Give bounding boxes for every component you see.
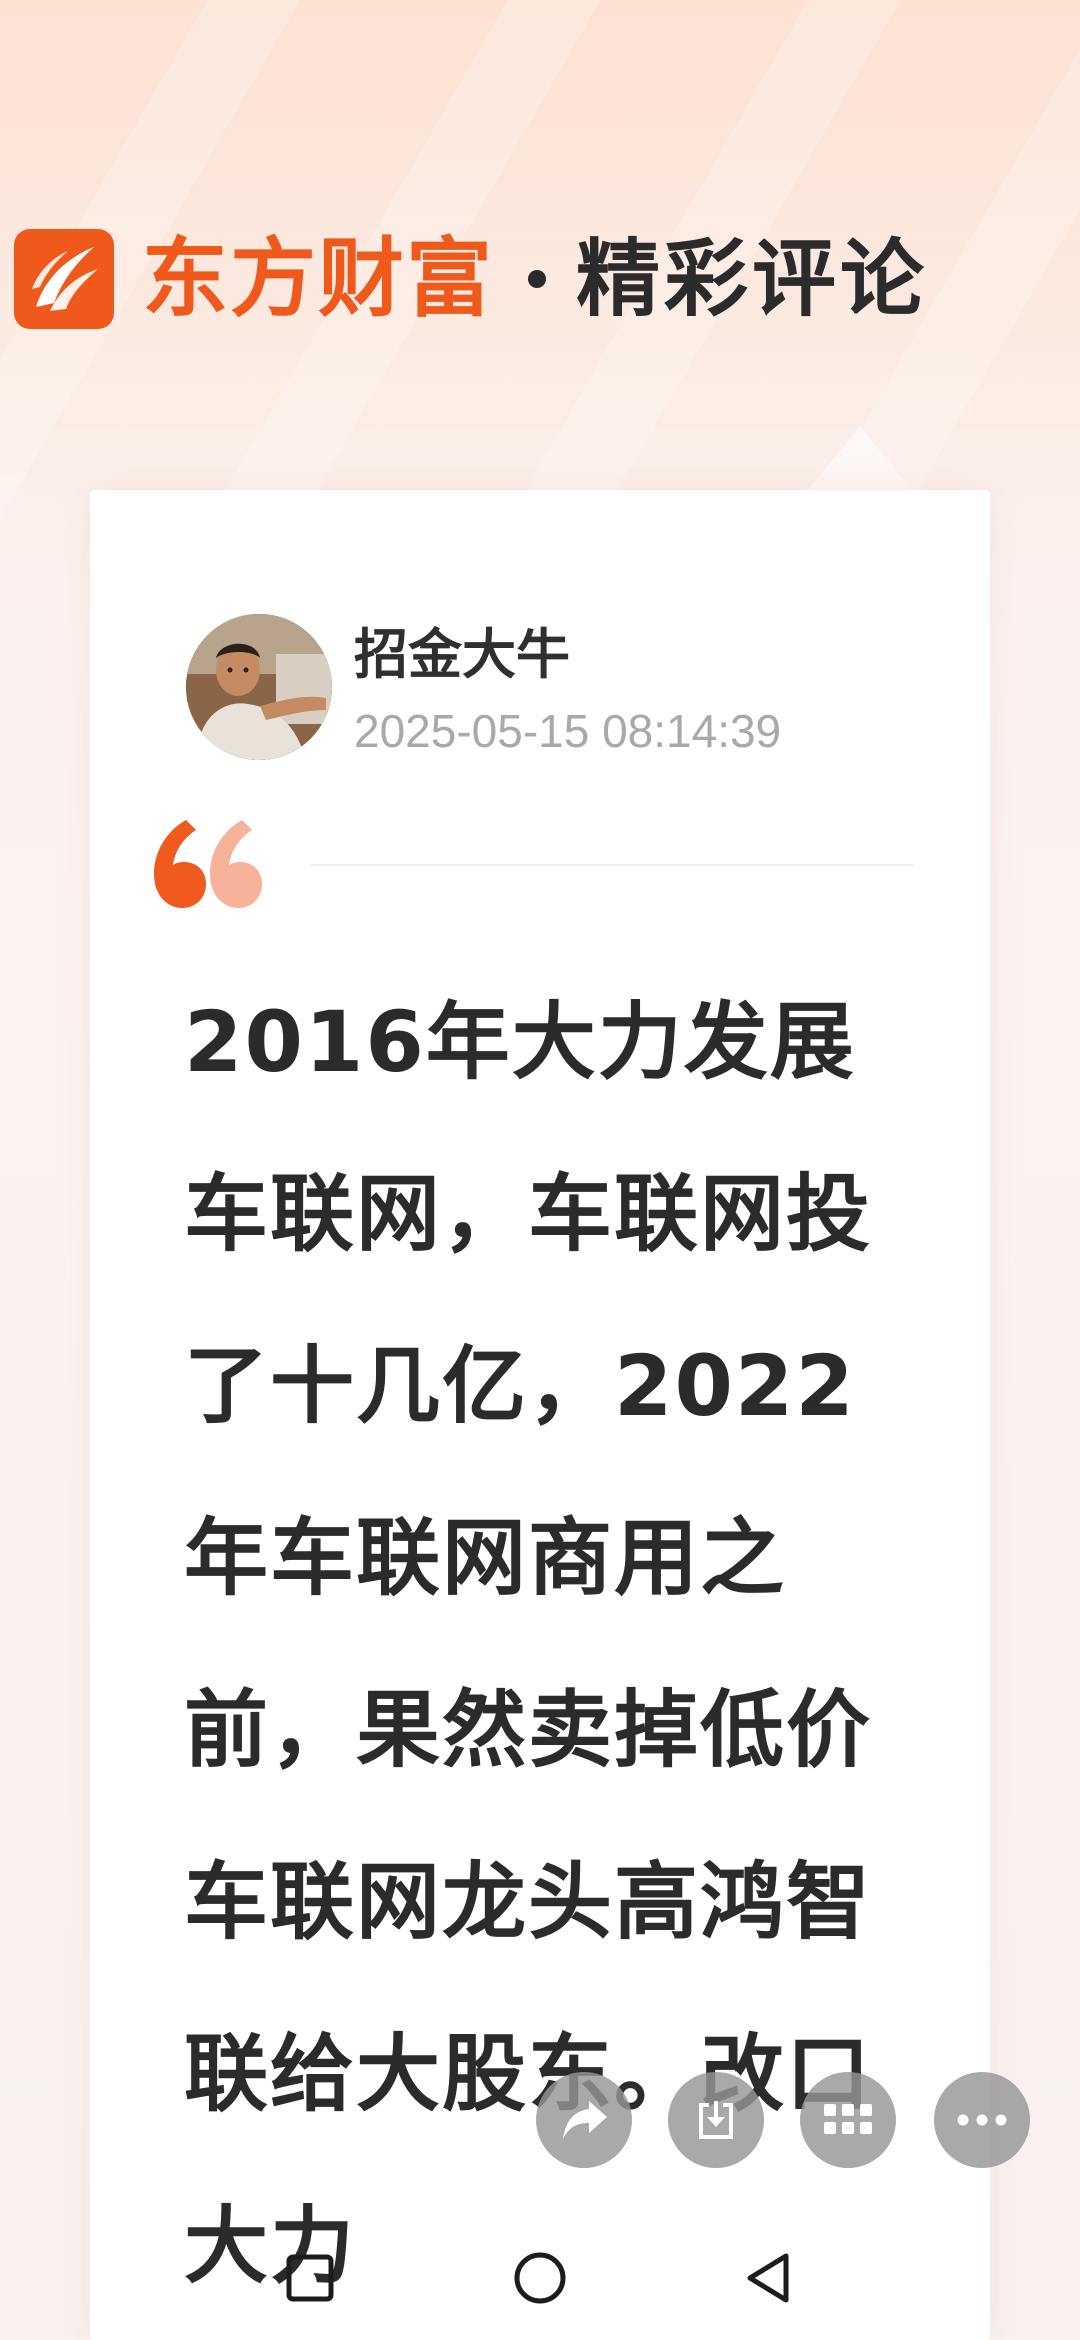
share-button[interactable] <box>536 2072 632 2168</box>
more-dots-icon <box>957 2114 1007 2126</box>
square-icon <box>280 2254 340 2312</box>
more-button[interactable] <box>934 2072 1030 2168</box>
quote-divider <box>310 864 914 866</box>
open-quote-icon <box>150 812 270 916</box>
author-name[interactable]: 招金大牛 <box>354 628 570 682</box>
grid-icon <box>824 2104 872 2136</box>
triangle-back-icon <box>740 2253 800 2312</box>
home-button[interactable] <box>510 2248 570 2308</box>
eastmoney-logo-icon <box>14 229 114 329</box>
circle-icon <box>510 2252 570 2312</box>
brand-name: 东方财富 <box>142 229 494 329</box>
download-icon <box>693 2097 739 2143</box>
brand-header: 东方财富 精彩评论 <box>14 224 928 334</box>
separator-dot <box>528 270 546 288</box>
brand-subtitle: 精彩评论 <box>576 230 929 328</box>
apps-button[interactable] <box>800 2072 896 2168</box>
post-timestamp: 2025-05-15 08:14:39 <box>354 705 782 757</box>
download-button[interactable] <box>668 2072 764 2168</box>
card-notch <box>808 426 912 490</box>
share-arrow-icon <box>559 2097 609 2143</box>
back-button[interactable] <box>740 2248 800 2308</box>
recents-button[interactable] <box>280 2248 340 2308</box>
user-avatar[interactable] <box>186 614 332 760</box>
